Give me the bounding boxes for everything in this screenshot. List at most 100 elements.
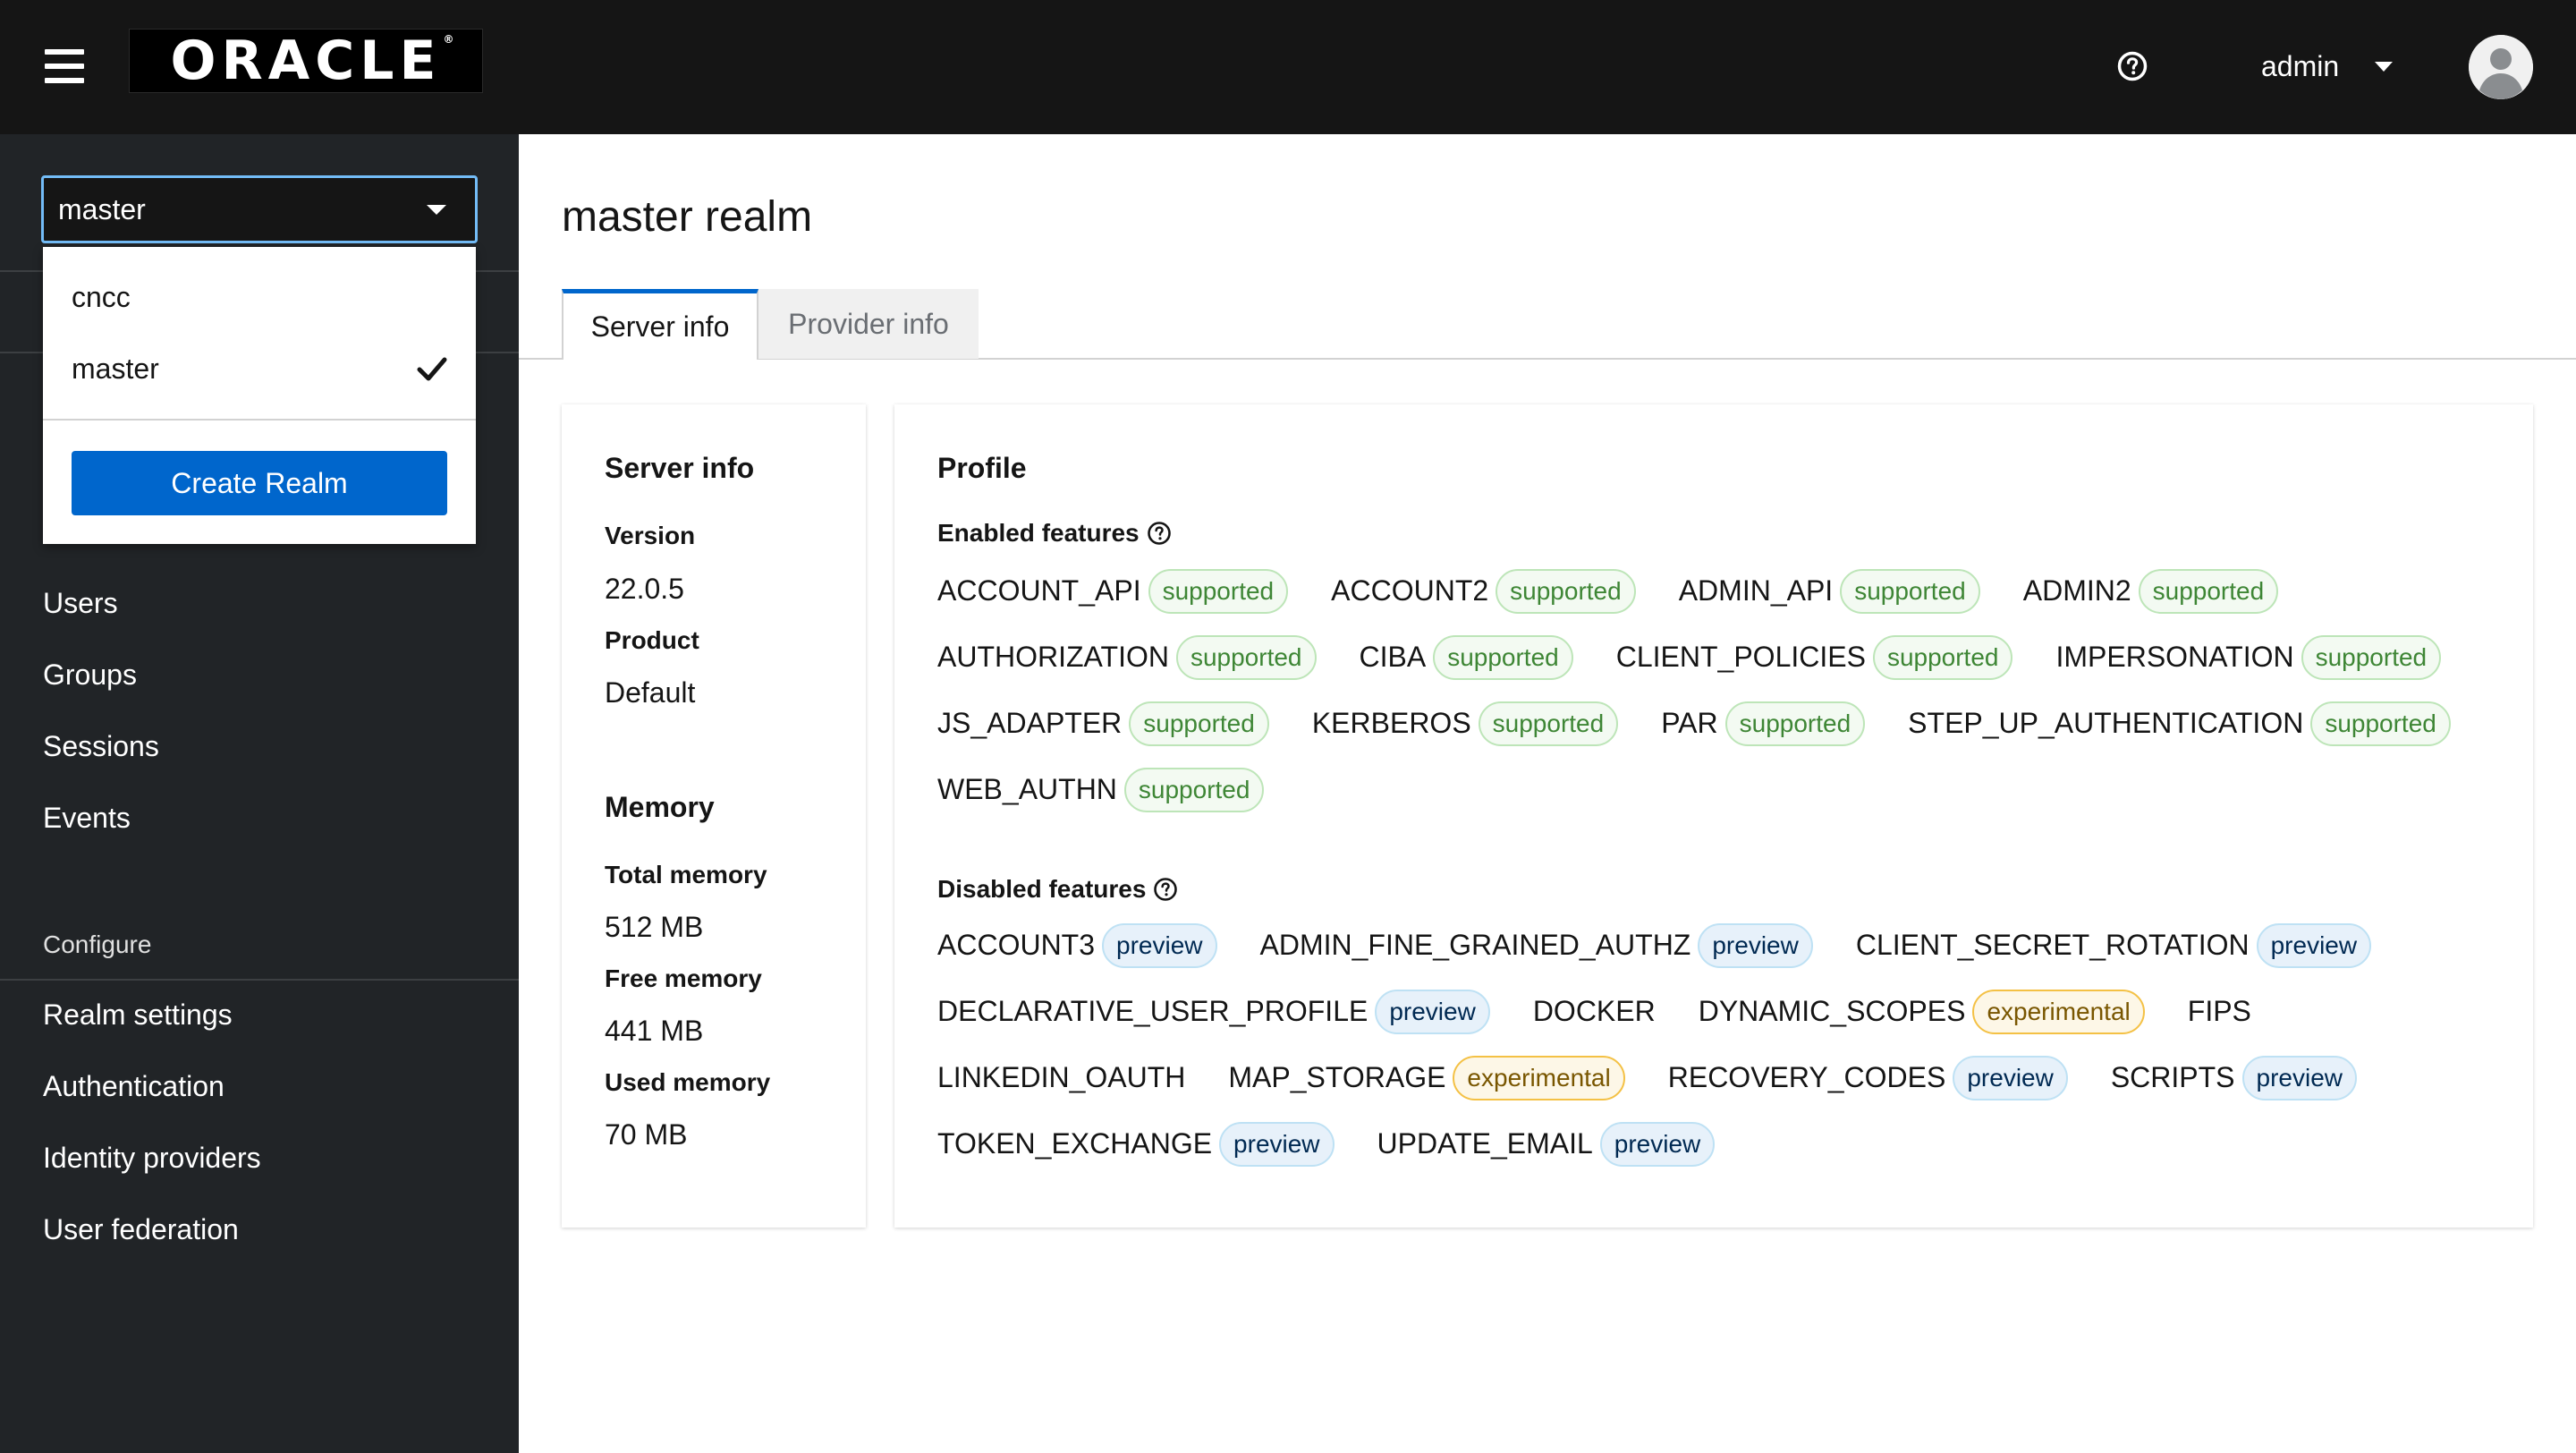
used-memory-label: Used memory [605, 1068, 771, 1096]
realm-dropdown-menu: cncc master Create Realm [43, 247, 476, 544]
feature-item: ACCOUNT2 supported [1331, 569, 1636, 614]
feature-name: CLIENT_POLICIES [1615, 641, 1866, 674]
tab-provider-info[interactable]: Provider info [758, 289, 979, 359]
feature-item: DOCKER [1533, 995, 1656, 1028]
feature-name: ADMIN2 [2022, 574, 2131, 608]
feature-item: MAP_STORAGE experimental [1228, 1056, 1625, 1100]
feature-badge-preview: preview [1698, 923, 1813, 968]
feature-name: CLIENT_SECRET_ROTATION [1855, 929, 2250, 962]
product-label: Product [605, 626, 699, 654]
enabled-features-label: Enabled features [937, 519, 1140, 547]
feature-item: UPDATE_EMAIL preview [1377, 1122, 1716, 1167]
caret-down-icon [427, 204, 446, 215]
realm-select-value: master [58, 192, 146, 225]
feature-item: ADMIN_API supported [1679, 569, 1980, 614]
enabled-features-heading: Enabled features [937, 519, 1172, 548]
feature-badge-preview: preview [1102, 923, 1217, 968]
feature-item: CLIENT_SECRET_ROTATION preview [1855, 923, 2372, 968]
feature-name: TOKEN_EXCHANGE [937, 1127, 1213, 1160]
used-memory-value: 70 MB [605, 1118, 688, 1151]
realm-select[interactable]: master [41, 175, 478, 243]
feature-badge-supported: supported [1433, 635, 1573, 680]
oracle-logo[interactable]: ORACLE ® [129, 29, 483, 93]
feature-name: IMPERSONATION [2055, 641, 2294, 674]
feature-item: SCRIPTS preview [2111, 1056, 2357, 1100]
feature-row: JS_ADAPTER supported KERBEROS supported PAR s… [937, 701, 2451, 746]
product-value: Default [605, 676, 696, 709]
feature-name: UPDATE_EMAIL [1377, 1127, 1593, 1160]
feature-badge-experimental: experimental [1453, 1056, 1625, 1100]
sidebar-item-realm-settings[interactable]: Realm settings [43, 998, 233, 1032]
feature-name: DYNAMIC_SCOPES [1698, 995, 1966, 1028]
feature-item: JS_ADAPTER supported [937, 701, 1269, 746]
feature-name: MAP_STORAGE [1228, 1061, 1446, 1094]
realm-option-cncc[interactable]: cncc [72, 281, 131, 314]
realm-option-master[interactable]: master [72, 353, 159, 386]
sidebar-item-identity-providers[interactable]: Identity providers [43, 1142, 261, 1175]
menu-divider [43, 419, 476, 421]
version-value: 22.0.5 [605, 573, 684, 605]
feature-name: LINKEDIN_OAUTH [937, 1061, 1186, 1094]
feature-badge-preview: preview [1953, 1056, 2068, 1100]
feature-item: AUTHORIZATION supported [937, 635, 1317, 680]
feature-item: ADMIN2 supported [2022, 569, 2279, 614]
server-info-heading: Server info [605, 452, 755, 484]
username-label: admin [2261, 49, 2340, 82]
logo-text: ORACLE ® [170, 30, 454, 92]
feature-item: ACCOUNT3 preview [937, 923, 1217, 968]
feature-name: ADMIN_API [1678, 574, 1834, 608]
feature-badge-supported: supported [1872, 635, 2013, 680]
sidebar-divider [0, 979, 519, 981]
feature-item: STEP_UP_AUTHENTICATION supported [1908, 701, 2451, 746]
hamburger-icon[interactable] [45, 49, 84, 83]
sidebar-item-user-federation[interactable]: User federation [43, 1213, 239, 1246]
sidebar-item-users[interactable]: Users [43, 587, 118, 620]
feature-badge-supported: supported [1724, 701, 1866, 746]
feature-item: RECOVERY_CODES preview [1668, 1056, 2068, 1100]
feature-item: CIBA supported [1360, 635, 1573, 680]
help-circle-icon[interactable] [1147, 521, 1172, 546]
feature-name: ACCOUNT_API [937, 574, 1141, 608]
feature-badge-preview: preview [1375, 990, 1490, 1034]
feature-badge-supported: supported [1175, 635, 1317, 680]
sidebar-item-authentication[interactable]: Authentication [43, 1070, 225, 1103]
help-circle-icon[interactable] [2116, 50, 2148, 82]
feature-badge-supported: supported [2310, 701, 2451, 746]
feature-badge-supported: supported [1840, 569, 1980, 614]
feature-row: TOKEN_EXCHANGE preview UPDATE_EMAIL preview [937, 1122, 1716, 1167]
feature-badge-supported: supported [1478, 701, 1619, 746]
avatar-icon[interactable] [2469, 35, 2533, 99]
feature-item: WEB_AUTHN supported [937, 768, 1265, 812]
sidebar-item-sessions[interactable]: Sessions [43, 730, 159, 763]
feature-name: STEP_UP_AUTHENTICATION [1908, 707, 2304, 740]
user-dropdown[interactable]: admin [2261, 45, 2394, 88]
feature-item: ACCOUNT_API supported [937, 569, 1289, 614]
feature-badge-preview: preview [1599, 1122, 1716, 1167]
sidebar-item-events[interactable]: Events [43, 802, 131, 835]
feature-name: AUTHORIZATION [937, 641, 1169, 674]
feature-badge-supported: supported [1129, 701, 1269, 746]
total-memory-value: 512 MB [605, 911, 704, 943]
feature-name: ACCOUNT3 [937, 929, 1096, 962]
sidebar-item-groups[interactable]: Groups [43, 659, 137, 692]
disabled-features-heading: Disabled features [937, 875, 1178, 904]
page-title: master realm [562, 193, 813, 241]
feature-name: CIBA [1359, 641, 1427, 674]
tab-server-info[interactable]: Server info [562, 289, 758, 361]
feature-item: DECLARATIVE_USER_PROFILE preview [937, 990, 1490, 1034]
feature-row: DECLARATIVE_USER_PROFILE preview DOCKER DYN… [937, 990, 2251, 1034]
feature-row: ACCOUNT_API supported ACCOUNT2 supported ADM… [937, 569, 2279, 614]
free-memory-value: 441 MB [605, 1015, 704, 1047]
feature-name: RECOVERY_CODES [1667, 1061, 1946, 1094]
feature-name: KERBEROS [1311, 707, 1471, 740]
feature-item: TOKEN_EXCHANGE preview [937, 1122, 1335, 1167]
sidebar-heading-configure: Configure [43, 930, 152, 958]
help-circle-icon[interactable] [1153, 877, 1178, 902]
free-memory-label: Free memory [605, 964, 762, 992]
disabled-features-label: Disabled features [937, 875, 1147, 903]
feature-badge-supported: supported [1123, 768, 1265, 812]
feature-name: ACCOUNT2 [1331, 574, 1489, 608]
feature-item: DYNAMIC_SCOPES experimental [1699, 990, 2145, 1034]
profile-heading: Profile [937, 452, 1027, 484]
create-realm-button[interactable]: Create Realm [72, 451, 447, 515]
